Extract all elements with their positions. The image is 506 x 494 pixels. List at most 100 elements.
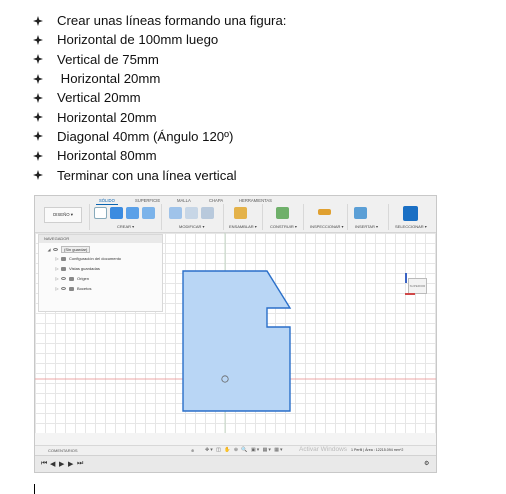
assemble-menu[interactable]: ENSAMBLAR ▾ — [229, 224, 257, 229]
tab-tools[interactable]: HERRAMIENTAS — [239, 198, 272, 203]
divider — [89, 204, 90, 230]
select-menu[interactable]: SELECCIONAR ▾ — [395, 224, 427, 229]
step-back-icon[interactable]: ◀ — [50, 460, 55, 468]
diamond-bullet-icon — [33, 15, 57, 26]
skip-start-icon[interactable]: ⏮ — [41, 460, 47, 468]
visibility-icon[interactable] — [53, 248, 58, 251]
browser-panel[interactable]: NAVEGADOR ◢ (Sin guardar) ▷ Configuración… — [38, 234, 163, 312]
tab-mesh[interactable]: MALLA — [177, 198, 191, 203]
activation-watermark-title: Activar Windows — [299, 446, 348, 453]
tab-surface[interactable]: SUPERFICIE — [135, 198, 160, 203]
viewcube-face[interactable]: SUPERIOR — [408, 278, 427, 294]
diamond-bullet-icon — [33, 131, 57, 142]
construct-menu[interactable]: CONSTRUIR ▾ — [270, 224, 297, 229]
root-label: (Sin guardar) — [61, 246, 91, 253]
plus-icon[interactable]: ⊕ — [191, 448, 194, 453]
browser-row-label: Vistas guardadas — [69, 266, 100, 271]
collapse-icon[interactable]: ◢ — [45, 247, 53, 252]
visibility-icon[interactable] — [61, 287, 66, 290]
gear-icon[interactable]: ⚙ — [424, 460, 429, 467]
list-item: Crear unas líneas formando una figura: — [33, 11, 286, 30]
viewcube[interactable]: SUPERIOR — [405, 273, 429, 295]
diamond-bullet-icon — [33, 150, 57, 161]
list-item: Horizontal 20mm — [33, 107, 286, 126]
revolve-icon[interactable] — [126, 207, 139, 219]
expand-icon[interactable]: ▷ — [53, 276, 61, 281]
list-item: Horizontal 80mm — [33, 146, 286, 165]
inspect-menu[interactable]: INSPECCIONAR ▾ — [310, 224, 344, 229]
diamond-bullet-icon — [33, 54, 57, 65]
list-item-text: Terminar con una línea vertical — [57, 167, 237, 183]
browser-root[interactable]: ◢ (Sin guardar) — [45, 246, 91, 253]
browser-row[interactable]: ▷ Bocetos — [53, 286, 91, 291]
insert-menu[interactable]: INSERTAR ▾ — [355, 224, 378, 229]
visibility-icon[interactable] — [61, 277, 66, 280]
press-pull-icon[interactable] — [169, 207, 182, 219]
comments-label[interactable]: COMENTARIOS — [48, 448, 77, 453]
axis-x-indicator — [405, 293, 415, 295]
folder-icon — [69, 286, 74, 291]
diamond-bullet-icon — [33, 112, 57, 123]
profile-status: 1 Perfil | Área : 12215.094 mm^2 — [351, 448, 404, 452]
expand-icon[interactable]: ▷ — [53, 286, 61, 291]
tab-solid[interactable]: SÓLIDO — [99, 198, 115, 203]
tab-sheet-metal[interactable]: CHAPA — [209, 198, 223, 203]
modify-menu[interactable]: MODIFICAR ▾ — [179, 224, 205, 229]
select-cursor-icon[interactable] — [403, 206, 418, 221]
list-item: Vertical 20mm — [33, 88, 286, 107]
browser-row[interactable]: ▷ Origen — [53, 276, 89, 281]
diamond-bullet-icon — [33, 170, 57, 181]
divider — [223, 204, 224, 230]
divider — [303, 204, 304, 230]
browser-row-label: Origen — [77, 276, 90, 281]
measure-icon[interactable] — [318, 209, 331, 215]
browser-row-label: Configuración del documento — [69, 256, 122, 261]
diamond-bullet-icon — [33, 34, 57, 45]
sketch-icon[interactable] — [94, 207, 107, 219]
divider — [347, 204, 348, 230]
list-item: Horizontal 20mm — [33, 69, 286, 88]
extrude-icon[interactable] — [110, 207, 123, 219]
plane-icon[interactable] — [276, 207, 289, 219]
create-menu[interactable]: CREAR ▾ — [117, 224, 134, 229]
list-item-text: Diagonal 40mm (Ángulo 120º) — [57, 128, 234, 144]
diamond-bullet-icon — [33, 92, 57, 103]
list-item-text: Horizontal 20mm — [57, 109, 157, 125]
navigation-tools[interactable]: ✥▾ ◫ ✋ ⊕ 🔍 ▣▾ ▦▾ ▦▾ — [205, 447, 284, 453]
list-item-text: Horizontal de 100mm luego — [57, 32, 219, 48]
browser-title: NAVEGADOR — [44, 236, 70, 241]
list-item-text: Vertical de 75mm — [57, 51, 159, 67]
toolbar-ribbon: SÓLIDO SUPERFICIE MALLA CHAPA HERRAMIENT… — [35, 196, 436, 233]
fillet-icon[interactable] — [185, 207, 198, 219]
timeline-bar: ⏮ ◀ ▶ ▶ ⏭ ⚙ — [35, 455, 436, 472]
fusion-screenshot: SÓLIDO SUPERFICIE MALLA CHAPA HERRAMIENT… — [34, 195, 437, 473]
expand-icon[interactable]: ▷ — [53, 256, 61, 261]
list-item-text: Vertical 20mm — [57, 90, 141, 106]
divider — [262, 204, 263, 230]
list-item: Vertical de 75mm — [33, 50, 286, 69]
skip-end-icon[interactable]: ⏭ — [77, 460, 83, 468]
divider — [388, 204, 389, 230]
box-icon[interactable] — [142, 207, 155, 219]
list-item-text: Crear unas líneas formando una figura: — [57, 13, 287, 29]
divider — [161, 204, 162, 230]
workspace-dropdown[interactable]: DISEÑO ▾ — [44, 207, 82, 223]
folder-icon — [61, 266, 66, 271]
insert-image-icon[interactable] — [354, 207, 367, 219]
browser-row[interactable]: ▷ Configuración del documento — [53, 256, 121, 261]
joint-icon[interactable] — [234, 207, 247, 219]
text-cursor — [34, 484, 35, 494]
browser-header: NAVEGADOR — [39, 235, 162, 243]
active-tab-indicator — [96, 204, 118, 205]
shell-icon[interactable] — [201, 207, 214, 219]
play-icon[interactable]: ▶ — [59, 460, 64, 468]
list-item-text: Horizontal 80mm — [57, 148, 157, 164]
expand-icon[interactable]: ▷ — [53, 266, 61, 271]
sketch-profile[interactable] — [182, 270, 292, 412]
folder-icon — [69, 276, 74, 281]
instruction-list: Crear unas líneas formando una figura: H… — [33, 11, 286, 185]
browser-row-label: Bocetos — [77, 286, 92, 291]
list-item: Terminar con una línea vertical — [33, 165, 286, 184]
browser-row[interactable]: ▷ Vistas guardadas — [53, 266, 100, 271]
step-forward-icon[interactable]: ▶ — [68, 460, 73, 468]
